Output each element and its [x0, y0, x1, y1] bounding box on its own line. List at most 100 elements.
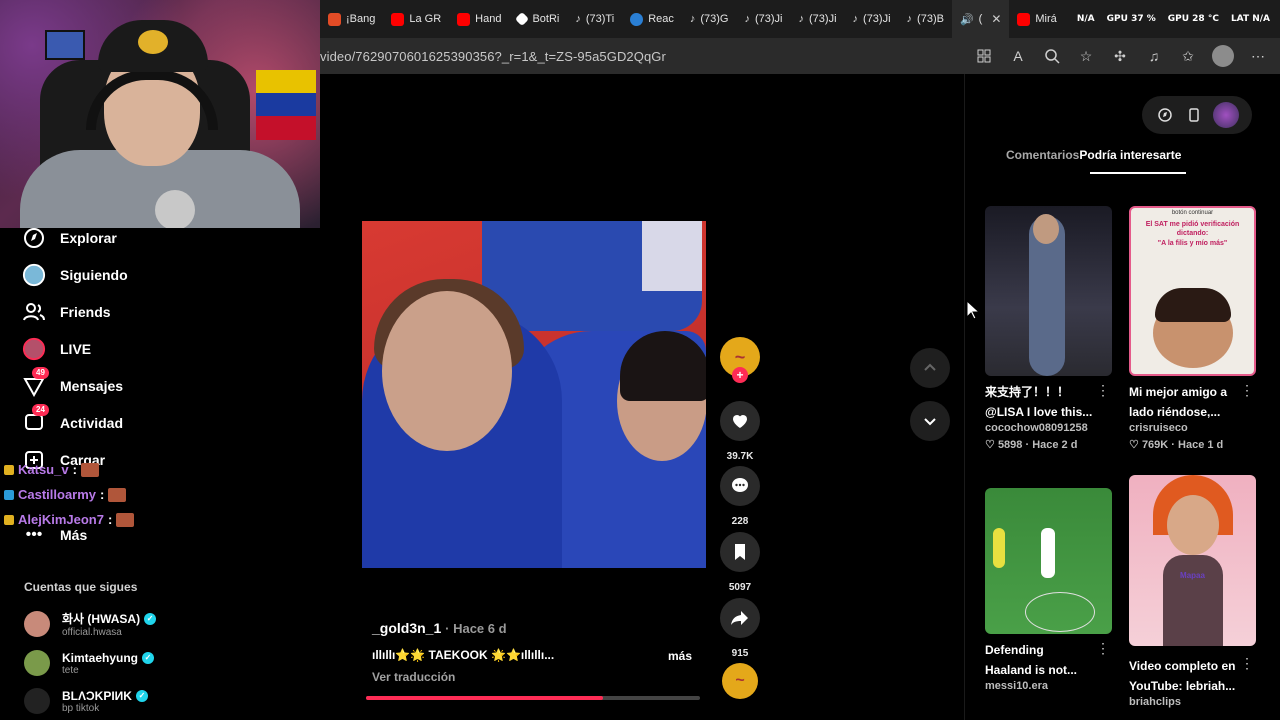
- chat-separator: :: [100, 487, 105, 502]
- video-caption: ıllıllı⭐🌟 TAEKOOK 🌟⭐ıllıllı...: [372, 648, 555, 662]
- video-author[interactable]: _gold3n_1 · Hace 6 d: [372, 620, 507, 636]
- browser-tab[interactable]: ♪ (73)Ji: [791, 0, 845, 38]
- tab-label: (73)Ji: [755, 13, 783, 25]
- browser-tab[interactable]: ¡Bang: [320, 0, 383, 38]
- browser-tab[interactable]: ♪ (73)Ji: [737, 0, 791, 38]
- sidebar-item-label: Actividad: [60, 415, 124, 431]
- tab-label: (73)Ti: [585, 13, 615, 25]
- card-likes: 5898: [997, 439, 1023, 451]
- user-avatar[interactable]: [1213, 102, 1240, 128]
- chat-emote-icon: [80, 462, 99, 477]
- tab-label: Mirá: [1035, 13, 1057, 25]
- browser-tab[interactable]: ♪ (73)B: [899, 0, 952, 38]
- card-more-icon[interactable]: ⋮: [1240, 382, 1254, 399]
- card-more-icon[interactable]: ⋮: [1096, 382, 1110, 399]
- translate-icon[interactable]: A: [1008, 46, 1028, 66]
- browser-tab[interactable]: BotRi: [509, 0, 567, 38]
- sidebar-item-siguiendo[interactable]: Siguiendo: [22, 261, 128, 289]
- caption-more-link[interactable]: más: [668, 649, 692, 663]
- media-control-icon[interactable]: ♫: [1144, 46, 1164, 66]
- card-more-icon[interactable]: ⋮: [1240, 655, 1254, 672]
- sidebar-item-explorar[interactable]: Explorar: [22, 224, 117, 252]
- profile-avatar[interactable]: [1212, 45, 1234, 67]
- sidebar-item-label: Explorar: [60, 230, 117, 246]
- creator-avatar-button[interactable]: ~ +: [720, 337, 760, 383]
- video-thumbnail: botón continuar El SAT me pidió verifica…: [1129, 206, 1256, 376]
- tab-label: Reac: [648, 13, 674, 25]
- tab-label: (73)G: [700, 13, 729, 25]
- apps-icon[interactable]: [974, 46, 994, 66]
- sidebar-item-label: Siguiendo: [60, 267, 128, 283]
- browser-tab[interactable]: Mirá: [1009, 0, 1064, 38]
- address-bar: video/7629070601625390356?_r=1&_t=ZS-95a…: [320, 38, 1280, 74]
- followed-account[interactable]: BLΛƆKPIИK ✓ bp tiktok: [24, 688, 148, 714]
- suggested-video-card[interactable]: 来支持了！！！ @LISA I love this... ⋮ cocochow08…: [985, 206, 1112, 451]
- extensions-icon[interactable]: ✣: [1110, 46, 1130, 66]
- suggested-video-card[interactable]: Defending Haaland is not... ⋮ messi10.era: [985, 488, 1112, 692]
- card-more-icon[interactable]: ⋮: [1096, 640, 1110, 657]
- video-thumbnail: [985, 488, 1112, 634]
- sidebar-item-actividad[interactable]: 24 Actividad: [22, 404, 124, 437]
- microphone: [155, 190, 195, 228]
- favorite-star-icon[interactable]: ☆: [1076, 46, 1096, 66]
- sidebar-item-live[interactable]: LIVE: [22, 335, 91, 363]
- next-video-button[interactable]: [910, 401, 950, 441]
- tab-label: ¡Bang: [346, 13, 376, 25]
- panel-toolbar: [1142, 96, 1252, 134]
- card-title-line: Defending: [985, 643, 1044, 657]
- active-tab-indicator: [1090, 172, 1186, 174]
- messages-icon: 49: [22, 367, 49, 398]
- sidebar-item-mensajes[interactable]: 49 Mensajes: [22, 367, 123, 400]
- tab-podria-interesarte[interactable]: Podría interesarte: [1079, 148, 1181, 162]
- menu-dots-icon[interactable]: ⋯: [1248, 46, 1268, 66]
- comment-button[interactable]: 228: [720, 466, 760, 527]
- browser-tab[interactable]: Hand: [449, 0, 509, 38]
- sidebar-item-label: Friends: [60, 304, 111, 320]
- chat-username: AlejKimJeon7: [18, 512, 104, 527]
- botrix-icon: [515, 11, 530, 27]
- like-button[interactable]: 39.7K: [720, 401, 760, 462]
- browser-tab-active[interactable]: 🔊 (✕: [951, 0, 1010, 38]
- tab-favicon-icon: [328, 12, 341, 26]
- previous-video-button[interactable]: [910, 348, 950, 388]
- notification-badge: 49: [32, 367, 49, 379]
- suggested-video-card[interactable]: botón continuar El SAT me pidió verifica…: [1129, 206, 1256, 451]
- comment-count: 228: [731, 516, 749, 527]
- card-title-line: lado riéndose,...: [1129, 405, 1221, 419]
- explore-icon[interactable]: [1155, 105, 1175, 125]
- heart-outline-icon: ♡: [1129, 439, 1139, 451]
- favorites-icon[interactable]: ✩: [1178, 46, 1198, 66]
- phone-icon[interactable]: [1184, 105, 1204, 125]
- see-translation-link[interactable]: Ver traducción: [372, 670, 455, 684]
- url-field[interactable]: video/7629070601625390356?_r=1&_t=ZS-95a…: [320, 49, 666, 64]
- tab-comments[interactable]: Comentarios: [1006, 148, 1079, 162]
- cap-logo: [138, 30, 168, 54]
- sound-disc-button[interactable]: ~: [720, 663, 760, 699]
- video-face-left: [382, 291, 512, 451]
- browser-tab[interactable]: Reac: [622, 0, 682, 38]
- react-icon: [630, 12, 644, 26]
- sidebar-item-friends[interactable]: Friends: [22, 298, 111, 326]
- followed-account[interactable]: 화사 (HWASA) ✓ official.hwasa: [24, 610, 157, 638]
- video-progress-bar[interactable]: [366, 696, 700, 700]
- video-player[interactable]: [362, 221, 706, 568]
- chat-separator: :: [107, 512, 113, 527]
- gpu-usage: GPU 37 %: [1106, 14, 1156, 24]
- share-button[interactable]: 915: [720, 598, 760, 659]
- tab-label: (73)Ji: [863, 13, 891, 25]
- tiktok-icon: ♪: [689, 13, 696, 25]
- close-tab-icon[interactable]: ✕: [991, 12, 1001, 26]
- save-button[interactable]: 5097: [720, 532, 760, 593]
- comment-icon: [720, 466, 760, 506]
- author-name[interactable]: _gold3n_1: [372, 620, 441, 636]
- suggested-video-card[interactable]: Mapaa Video completo en YouTube: lebriah.…: [1129, 475, 1256, 708]
- browser-tab[interactable]: ♪ (73)G: [682, 0, 737, 38]
- account-handle: official.hwasa: [62, 627, 122, 638]
- zoom-icon[interactable]: [1042, 46, 1062, 66]
- browser-tab[interactable]: La GR: [383, 0, 449, 38]
- thumb-caption-2: El SAT me pidió verificación dictando:: [1145, 221, 1240, 237]
- follow-plus-icon[interactable]: +: [732, 367, 748, 383]
- browser-tab[interactable]: ♪ (73)Ji: [845, 0, 899, 38]
- browser-tab[interactable]: ♪ (73)Ti: [567, 0, 622, 38]
- followed-account[interactable]: Kimtaehyung ✓ tete: [24, 650, 155, 676]
